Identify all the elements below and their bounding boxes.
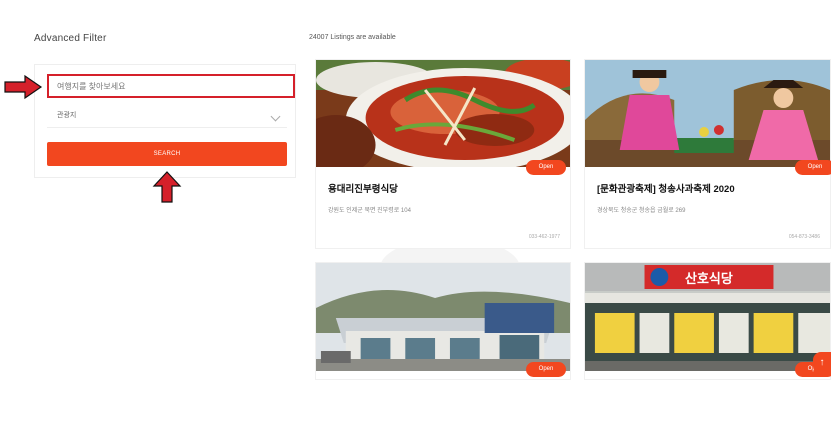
search-button[interactable]: SEARCH [47,142,287,166]
listing-title[interactable]: [문화관광축제] 청송사과축제 2020 [597,181,735,195]
category-select[interactable]: 관광지 [47,104,287,128]
listing-card[interactable]: Open [문화관광축제] 청송사과축제 2020 경상북도 청송군 청송읍 금… [584,59,831,249]
shop-sign-text: 산호식당 [685,271,733,286]
category-select-value: 관광지 [57,112,77,119]
listing-address: 경상북도 청송군 청송읍 금월로 269 [597,208,686,214]
listing-card[interactable]: 산호식당 Open [584,262,831,380]
listing-card[interactable]: Open [315,262,571,380]
listing-address: 강원도 인제군 북면 진부령로 104 [328,208,411,214]
page: Advanced Filter 관광지 SEARCH 24007 Listing… [0,0,831,432]
destination-search-input[interactable] [47,74,295,98]
filter-title: Advanced Filter [34,33,107,44]
open-badge: Open [526,362,566,377]
annotation-arrow-up-icon [152,171,182,203]
open-badge: Open [795,160,831,175]
listing-count: 24007 Listings are available [309,34,396,41]
scroll-top-button[interactable]: ↑ [813,352,831,374]
listing-phone: 054-873-3486 [788,234,820,240]
listing-card[interactable]: Open 용대리진부령식당 강원도 인제군 북면 진부령로 104 033-46… [315,59,571,249]
listing-photo-restaurant [316,263,570,371]
listing-title[interactable]: 용대리진부령식당 [328,181,398,195]
open-badge: Open [526,160,566,175]
listing-photo-festival [585,60,830,167]
chevron-down-icon [270,111,281,122]
filter-panel: 관광지 SEARCH [34,64,296,178]
annotation-arrow-right-icon [4,74,43,100]
listing-photo-food [316,60,570,167]
listing-phone: 033-462-1977 [528,234,560,240]
